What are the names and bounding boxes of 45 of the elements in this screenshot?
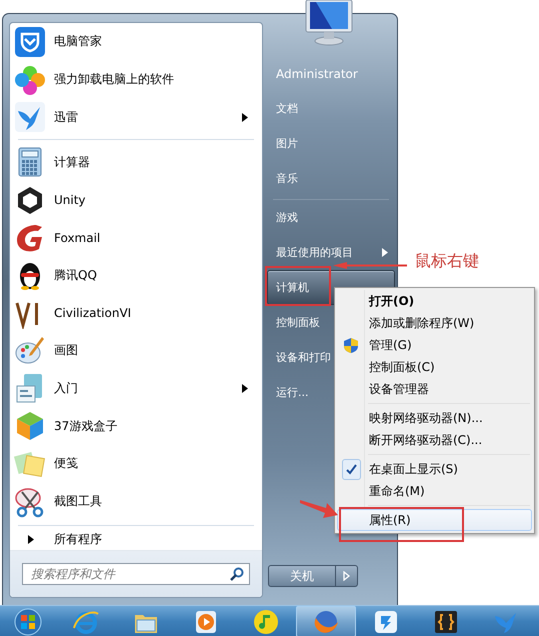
search-field[interactable]: 搜索程序和文件 [22, 563, 250, 586]
menu-item[interactable]: 重命名(M) [337, 480, 532, 502]
menu-item[interactable]: 映射网络驱动器(N)... [337, 407, 532, 429]
submenu-arrow-icon [242, 384, 248, 393]
windows-orb-icon [14, 608, 42, 636]
highlight-frame [265, 266, 331, 306]
menu-item[interactable]: 控制面板(C) [337, 356, 532, 378]
menu-item[interactable]: 属性(R) [337, 509, 532, 531]
flower-icon [14, 64, 46, 96]
menu-link[interactable]: 游戏 [267, 209, 395, 226]
menu-link[interactable]: 最近使用的项目 [267, 244, 395, 261]
menu-item[interactable]: 添加或删除程序(W) [337, 312, 532, 334]
bird-icon [14, 101, 46, 134]
submenu-arrow-icon [382, 248, 388, 257]
program-item[interactable]: Unity [10, 180, 262, 219]
program-item[interactable]: 便笺 [10, 445, 262, 483]
program-item[interactable]: 37游戏盒子 [10, 407, 262, 446]
shield-icon [14, 26, 46, 58]
annotation-label: 鼠标右键 [415, 251, 479, 272]
search-icon [230, 567, 244, 582]
cube-icon [14, 410, 46, 442]
program-item[interactable]: 电脑管家 [10, 23, 262, 61]
menu-item[interactable]: 设备管理器 [337, 378, 532, 400]
menu-link[interactable]: 音乐 [267, 170, 395, 187]
program-item[interactable]: 腾讯QQ [10, 256, 262, 294]
program-item[interactable]: 计算器 [10, 143, 262, 181]
shield-icon [343, 336, 359, 354]
triangle-icon [343, 571, 350, 581]
menu-item[interactable]: 断开网络驱动器(C)... [337, 429, 532, 451]
expand-arrow-icon [28, 534, 34, 544]
shutdown-options-button[interactable] [336, 565, 358, 587]
menu-item[interactable]: 管理(G) [337, 334, 532, 356]
all-programs-link[interactable]: 所有程序 [10, 528, 262, 550]
program-item[interactable]: Foxmail [10, 218, 262, 256]
menu-item[interactable]: 在桌面上显示(S) [337, 458, 532, 480]
music-note-icon [252, 608, 280, 636]
program-item[interactable]: 截图工具 [10, 482, 262, 521]
program-item[interactable]: 入门 [10, 370, 262, 408]
arrow [300, 498, 338, 518]
program-item[interactable]: 迅雷 [10, 98, 262, 136]
submenu-arrow-icon [242, 112, 248, 122]
program-item[interactable]: 强力卸载电脑上的软件 [10, 60, 262, 98]
program-item[interactable]: CivilizationVI [10, 294, 262, 332]
program-item[interactable]: 画图 [10, 332, 262, 370]
scissors-icon [14, 486, 46, 518]
